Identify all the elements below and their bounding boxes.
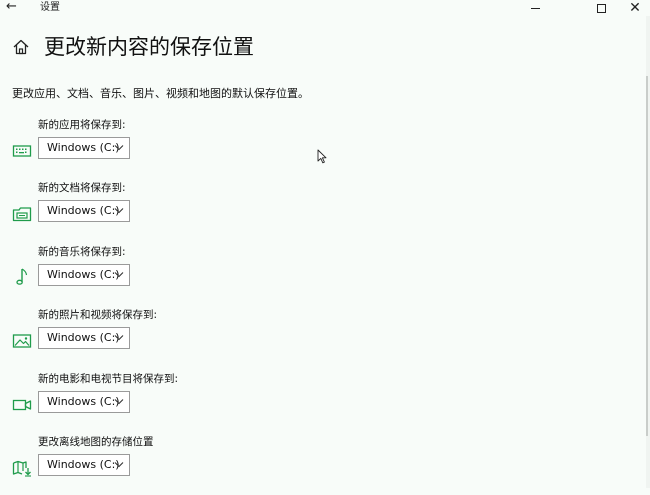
documents-location-dropdown[interactable]: Windows (C:) xyxy=(38,200,130,222)
chevron-down-icon xyxy=(114,208,124,214)
close-icon: ✕ xyxy=(629,0,641,16)
scrollbar-thumb[interactable] xyxy=(646,76,648,436)
setting-label: 新的文档将保存到: xyxy=(38,182,126,194)
dropdown-value: Windows (C:) xyxy=(47,204,120,217)
setting-label: 新的电影和电视节目将保存到: xyxy=(38,373,179,385)
minimize-icon xyxy=(530,7,540,9)
maps-location-dropdown[interactable]: Windows (C:) xyxy=(38,454,130,476)
close-button[interactable]: ✕ xyxy=(612,0,650,16)
dropdown-value: Windows (C:) xyxy=(47,141,120,154)
title-bar: ← 设置 ✕ xyxy=(0,0,650,16)
photo-icon xyxy=(12,334,32,348)
music-note-icon xyxy=(16,268,28,285)
music-location-dropdown[interactable]: Windows (C:) xyxy=(38,264,130,286)
apps-location-dropdown[interactable]: Windows (C:) xyxy=(38,137,130,159)
setting-photos-videos: 新的照片和视频将保存到: Windows (C:) xyxy=(0,308,650,368)
dropdown-value: Windows (C:) xyxy=(47,268,120,281)
setting-movies-tv: 新的电影和电视节目将保存到: Windows (C:) xyxy=(0,372,650,432)
chevron-down-icon xyxy=(114,272,124,278)
home-icon[interactable] xyxy=(12,38,30,56)
back-button[interactable]: ← xyxy=(6,0,24,16)
maximize-icon xyxy=(596,3,606,13)
photos-location-dropdown[interactable]: Windows (C:) xyxy=(38,327,130,349)
map-download-icon xyxy=(12,460,31,477)
setting-label: 新的照片和视频将保存到: xyxy=(38,309,158,321)
setting-offline-maps: 更改离线地图的存储位置 Windows (C:) xyxy=(0,435,650,495)
setting-label: 更改离线地图的存储位置 xyxy=(38,436,154,448)
chevron-down-icon xyxy=(114,462,124,468)
chevron-down-icon xyxy=(114,335,124,341)
window-title: 设置 xyxy=(40,2,60,13)
video-camera-icon xyxy=(12,399,32,411)
dropdown-value: Windows (C:) xyxy=(47,458,120,471)
document-drive-icon xyxy=(12,207,32,222)
keyboard-icon xyxy=(12,145,32,157)
setting-apps: 新的应用将保存到: Windows (C:) xyxy=(0,118,650,178)
minimize-button[interactable] xyxy=(512,0,558,16)
chevron-down-icon xyxy=(114,145,124,151)
setting-music: 新的音乐将保存到: Windows (C:) xyxy=(0,245,650,305)
mouse-cursor-icon xyxy=(317,149,327,164)
movies-location-dropdown[interactable]: Windows (C:) xyxy=(38,391,130,413)
setting-documents: 新的文档将保存到: Windows (C:) xyxy=(0,181,650,241)
setting-label: 新的应用将保存到: xyxy=(38,119,126,131)
setting-label: 新的音乐将保存到: xyxy=(38,246,126,258)
dropdown-value: Windows (C:) xyxy=(47,331,120,344)
page-title: 更改新内容的保存位置 xyxy=(44,35,254,59)
chevron-down-icon xyxy=(114,399,124,405)
dropdown-value: Windows (C:) xyxy=(47,395,120,408)
scrollbar[interactable] xyxy=(646,16,650,488)
page-description: 更改应用、文档、音乐、图片、视频和地图的默认保存位置。 xyxy=(12,87,309,100)
